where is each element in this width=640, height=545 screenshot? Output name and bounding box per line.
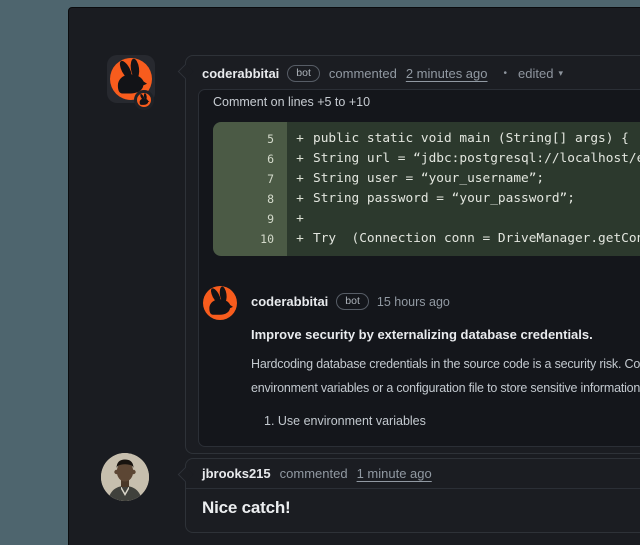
code-text: String url = “jdbc:postgresql://localhos… <box>313 149 640 169</box>
line-number: 6 <box>213 149 287 169</box>
comment-card: jbrooks215 commented 1 minute ago Nice c… <box>185 458 640 533</box>
code-line: +public static void main (String[] args)… <box>287 129 640 149</box>
review-comment-header: coderabbitai bot commented 2 minutes ago… <box>186 56 640 89</box>
line-number: 7 <box>213 169 287 189</box>
author-link[interactable]: coderabbitai <box>251 294 328 309</box>
reply-list-item: 1. Use environment variables <box>251 414 640 428</box>
diff-code-lines: +public static void main (String[] args)… <box>287 122 640 256</box>
comment-lines-link[interactable]: Comment on lines +5 to +10 <box>199 90 640 115</box>
rabbit-icon <box>137 93 151 107</box>
reply-title: Improve security by externalizing databa… <box>251 327 640 342</box>
review-thread-row: coderabbitai bot commented 2 minutes ago… <box>69 55 640 454</box>
author-link[interactable]: jbrooks215 <box>202 466 271 481</box>
code-line: +Try (Connection conn = DriveManager.get… <box>287 229 640 249</box>
code-text: String user = “your_username”; <box>313 169 544 189</box>
coderabbit-badge-icon <box>134 90 154 110</box>
comment-body: Nice catch! <box>186 489 640 532</box>
rabbit-icon <box>203 286 237 320</box>
line-number: 9 <box>213 209 287 229</box>
nested-reply-header: coderabbitai bot 15 hours ago <box>251 286 640 310</box>
comment-header: jbrooks215 commented 1 minute ago <box>186 459 640 489</box>
nested-reply-content: coderabbitai bot 15 hours ago Improve se… <box>251 286 640 428</box>
diff-gutter: 5 6 7 8 9 10 <box>213 122 287 256</box>
line-number: 10 <box>213 229 287 249</box>
edited-label: edited <box>518 66 553 81</box>
commented-label: commented <box>329 66 397 81</box>
coderabbitai-avatar[interactable] <box>107 55 155 103</box>
code-line: +String password = “your_password”; <box>287 189 640 209</box>
commented-label: commented <box>280 466 348 481</box>
diff-plus-marker: + <box>287 149 313 169</box>
review-context-box: Comment on lines +5 to +10 5 6 7 8 9 10 … <box>198 89 640 447</box>
reply-paragraph-line: environment variables or a configuration… <box>251 376 640 400</box>
timestamp-link[interactable]: 1 minute ago <box>357 466 432 481</box>
timestamp-link[interactable]: 2 minutes ago <box>406 66 488 81</box>
author-link[interactable]: coderabbitai <box>202 66 279 81</box>
diff-plus-marker: + <box>287 229 313 249</box>
bot-badge: bot <box>336 293 369 310</box>
user-photo <box>101 453 149 501</box>
reply-paragraph: Hardcoding database credentials in the s… <box>251 352 640 400</box>
diff-plus-marker: + <box>287 209 313 229</box>
line-number: 8 <box>213 189 287 209</box>
diff-code-block: 5 6 7 8 9 10 +public static void main (S… <box>213 122 640 256</box>
bot-badge: bot <box>287 65 320 82</box>
reply-paragraph-line: Hardcoding database credentials in the s… <box>251 352 640 376</box>
nested-reply: coderabbitai bot 15 hours ago Improve se… <box>199 286 640 446</box>
jbrooks215-avatar[interactable] <box>101 453 149 501</box>
edited-dropdown[interactable]: • edited ▾ <box>504 66 563 81</box>
review-comment-card: coderabbitai bot commented 2 minutes ago… <box>185 55 640 454</box>
timestamp: 15 hours ago <box>377 295 450 309</box>
code-text: Try (Connection conn = DriveManager.getC… <box>313 229 640 249</box>
app-window: coderabbitai bot commented 2 minutes ago… <box>68 7 640 545</box>
line-number: 5 <box>213 129 287 149</box>
comment-row: jbrooks215 commented 1 minute ago Nice c… <box>69 458 640 533</box>
code-line: +String user = “your_username”; <box>287 169 640 189</box>
coderabbitai-reply-avatar[interactable] <box>203 286 237 320</box>
code-line: + <box>287 209 640 229</box>
chevron-down-icon: ▾ <box>558 68 563 79</box>
diff-plus-marker: + <box>287 189 313 209</box>
code-text: public static void main (String[] args) … <box>313 129 629 149</box>
comment-text: Nice catch! <box>202 498 291 517</box>
diff-plus-marker: + <box>287 169 313 189</box>
dot-separator: • <box>504 68 508 79</box>
code-text: String password = “your_password”; <box>313 189 575 209</box>
diff-plus-marker: + <box>287 129 313 149</box>
code-line: +String url = “jdbc:postgresql://localho… <box>287 149 640 169</box>
